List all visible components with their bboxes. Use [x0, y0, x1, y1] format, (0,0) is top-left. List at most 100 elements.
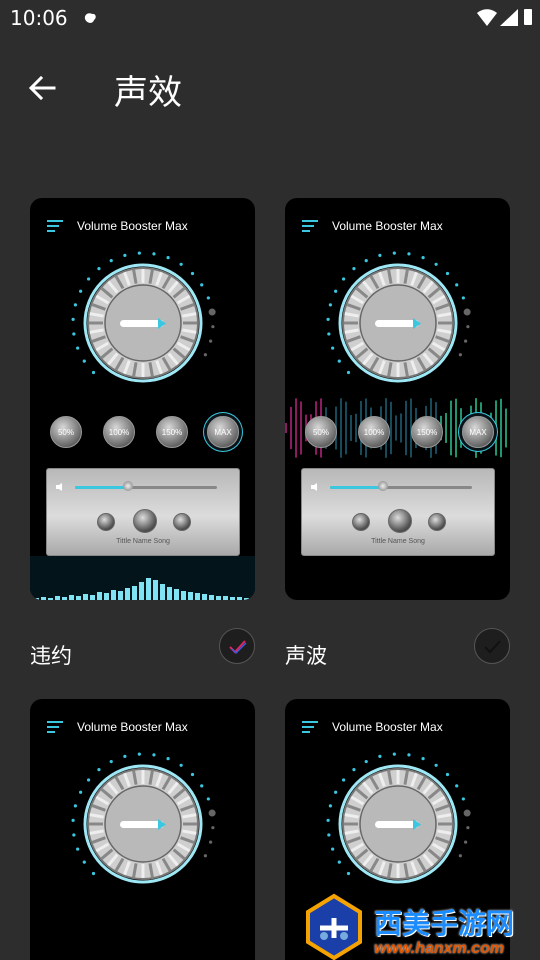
knob-dot — [337, 359, 341, 363]
knob-dot — [464, 339, 468, 343]
knob-dot — [458, 854, 462, 858]
wave-bar — [295, 398, 297, 458]
knob-dot — [79, 289, 83, 293]
arrow-left-icon[interactable] — [24, 70, 60, 106]
knob-dot — [91, 370, 96, 375]
select-check-1[interactable] — [219, 628, 255, 664]
knob-pointer — [375, 320, 419, 327]
knob-dot — [328, 804, 332, 808]
status-time: 10:06 — [10, 6, 68, 30]
knob-dot — [76, 346, 80, 350]
boost-100-button: 100% — [358, 416, 390, 448]
speaker-icon — [56, 483, 62, 491]
eq-bar — [216, 596, 221, 600]
eq-bar — [83, 594, 88, 600]
wave-bar — [290, 406, 292, 450]
knob-dot — [123, 754, 127, 758]
volume-knob — [71, 752, 216, 884]
knob-dot — [208, 308, 216, 316]
knob-dot — [346, 871, 351, 876]
knob-dot — [326, 818, 330, 822]
knob-dot — [466, 826, 470, 830]
knob-dot — [73, 804, 77, 808]
card-label-2: 声波 — [285, 644, 327, 668]
knob-dot — [190, 772, 195, 777]
knob-dot — [392, 752, 396, 756]
eq-bar — [76, 596, 81, 600]
knob-dot — [206, 797, 210, 801]
theme-card-2[interactable]: Volume Booster Max 50% 100% 150% MAX Tit… — [285, 198, 510, 600]
previous-button — [352, 513, 370, 531]
eq-bar — [160, 584, 165, 600]
eq-bar — [118, 591, 123, 600]
knob-dot — [166, 256, 170, 260]
speaker-icon — [311, 483, 317, 491]
play-button — [133, 509, 157, 533]
boost-150-button: 150% — [411, 416, 443, 448]
knob-dot — [152, 753, 156, 757]
page-title: 声效 — [114, 73, 182, 113]
knob-dot — [421, 256, 425, 260]
knob-dot — [82, 860, 86, 864]
eq-bar — [90, 595, 95, 600]
eq-bar — [132, 586, 137, 600]
knob-dot — [364, 760, 368, 764]
knob-dot — [341, 277, 346, 281]
watermark-url: www.hanxm.com — [374, 940, 505, 957]
theme-card-3[interactable]: Volume Booster Max — [30, 699, 255, 960]
card-header-title: Volume Booster Max — [332, 219, 443, 233]
knob-dot — [97, 767, 101, 772]
knob-dot — [72, 833, 76, 837]
eq-bar — [125, 588, 130, 600]
eq-bar — [111, 590, 116, 600]
knob-dot — [331, 346, 335, 350]
knob-dot — [463, 308, 471, 316]
knob-dot — [346, 370, 351, 375]
knob-dot — [392, 251, 396, 255]
card-header-title: Volume Booster Max — [77, 219, 188, 233]
knob-dot — [211, 826, 215, 830]
status-bar: 10:06 — [0, 0, 540, 36]
knob-dot — [123, 253, 127, 257]
card-header-title: Volume Booster Max — [77, 720, 188, 734]
eq-bar — [55, 596, 60, 600]
knob-dot — [421, 757, 425, 761]
wave-bar — [300, 401, 302, 455]
knob-dot — [378, 253, 382, 257]
eq-bar — [209, 595, 214, 600]
knob-dot — [461, 296, 465, 300]
player-panel: Tittle Name Song — [301, 468, 495, 556]
watermark-name: 西美手游网 — [374, 907, 515, 940]
knob-dot — [79, 790, 83, 794]
boost-100-button: 100% — [103, 416, 135, 448]
knob-dot — [200, 784, 204, 788]
menu-icon — [47, 721, 63, 733]
knob-dot — [82, 359, 86, 363]
knob-dot — [91, 871, 96, 876]
wave-bar — [500, 398, 502, 458]
volume-knob — [71, 251, 216, 383]
select-check-2[interactable] — [474, 628, 510, 664]
knob-dot — [364, 259, 368, 263]
eq-bar — [251, 598, 255, 600]
boost-max-button: MAX — [207, 416, 239, 448]
knob-dot — [200, 283, 204, 287]
knob-dot — [179, 763, 183, 767]
knob-dot — [208, 809, 216, 817]
eq-bar — [195, 593, 200, 600]
knob-dot — [328, 303, 332, 307]
knob-dot — [209, 339, 213, 343]
boost-50-button: 50% — [50, 416, 82, 448]
theme-card-1[interactable]: Volume Booster Max 50% 100% 150% MAX Tit… — [30, 198, 255, 600]
eq-bar — [139, 582, 144, 600]
knob-dot — [86, 778, 91, 782]
knob-dot — [334, 790, 338, 794]
volume-thumb — [378, 481, 388, 491]
knob-dot — [179, 262, 183, 266]
next-button — [173, 513, 191, 531]
eq-bar — [174, 589, 179, 600]
app-bar: 声效 — [0, 40, 540, 136]
wifi-icon — [477, 9, 497, 26]
knob-dot — [434, 763, 438, 767]
boost-150-button: 150% — [156, 416, 188, 448]
